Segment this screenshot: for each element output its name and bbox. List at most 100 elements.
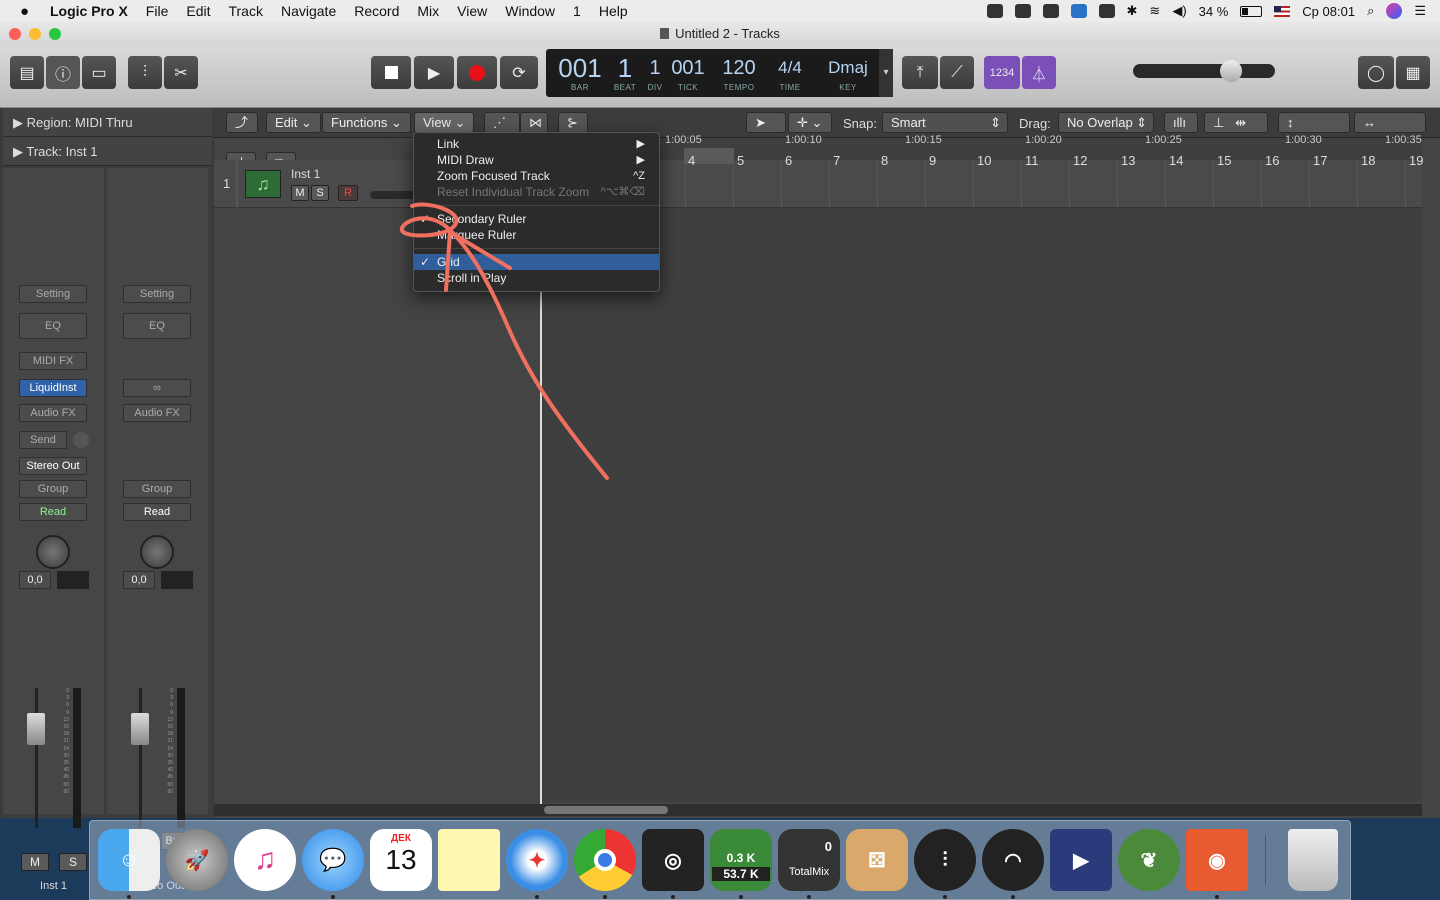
audio-app-icon[interactable]: ◉ bbox=[1186, 829, 1248, 891]
group-slot[interactable]: Group bbox=[19, 480, 87, 498]
fader-cap[interactable] bbox=[131, 713, 149, 745]
backgammon-icon[interactable]: ⚄ bbox=[846, 829, 908, 891]
flex-button[interactable]: ⋈ bbox=[520, 112, 548, 133]
snap-dropdown[interactable]: Smart ⇕ bbox=[882, 112, 1008, 133]
send-knob[interactable] bbox=[73, 432, 89, 448]
menu-item-zoom-focused-track[interactable]: Zoom Focused Track ^Z bbox=[414, 168, 659, 184]
volume-fader[interactable] bbox=[25, 688, 47, 828]
finder-icon[interactable]: ☺ bbox=[98, 829, 160, 891]
toolbar-toggle-button[interactable]: ▭ bbox=[82, 56, 116, 89]
calendar-icon[interactable]: ДЕК 13 bbox=[370, 829, 432, 891]
midi-fx-slot[interactable]: MIDI FX bbox=[19, 352, 87, 370]
automation-mode[interactable]: Read bbox=[123, 503, 191, 521]
uad-control-icon[interactable]: ◠ bbox=[982, 829, 1044, 891]
automation-mode[interactable]: Read bbox=[19, 503, 87, 521]
pan-knob[interactable] bbox=[140, 535, 174, 569]
chrome-icon[interactable] bbox=[574, 829, 636, 891]
setting-button[interactable]: Setting bbox=[19, 285, 87, 303]
secondary-tool-menu[interactable]: ✛ ⌄ bbox=[788, 112, 832, 133]
clock[interactable]: Ср 08:01 bbox=[1302, 4, 1355, 19]
apple-icon[interactable]: ● bbox=[20, 3, 36, 20]
view-menu[interactable]: View ⌄ bbox=[414, 112, 475, 133]
replace-button[interactable]: ⤒ bbox=[902, 56, 938, 89]
movie-app-icon[interactable]: ▶ bbox=[1050, 829, 1112, 891]
master-volume-slider[interactable] bbox=[1133, 60, 1275, 82]
menu-item-grid[interactable]: ✓ Grid bbox=[414, 254, 659, 270]
editors-button[interactable]: ✂ bbox=[164, 56, 198, 89]
battery-percent[interactable]: 34 % bbox=[1199, 4, 1229, 19]
region-inspector-header[interactable]: ▶ Region: MIDI Thru bbox=[3, 108, 212, 137]
menu-mix[interactable]: Mix bbox=[417, 3, 439, 19]
drag-dropdown[interactable]: No Overlap ⇕ bbox=[1058, 112, 1154, 133]
track-inspector-header[interactable]: ▶ Track: Inst 1 bbox=[3, 137, 212, 166]
menu-window[interactable]: Window bbox=[505, 3, 555, 19]
mute-button[interactable]: M bbox=[21, 853, 49, 871]
audio-fx-slot[interactable]: Audio FX bbox=[19, 404, 87, 422]
menu-item-secondary-ruler[interactable]: ✓ Secondary Ruler bbox=[414, 211, 659, 227]
notes-icon[interactable] bbox=[438, 829, 500, 891]
dropbox-icon[interactable] bbox=[1014, 4, 1031, 18]
count-in-button[interactable]: 1234 bbox=[984, 56, 1020, 89]
metronome-button[interactable]: ⏃ bbox=[1022, 56, 1056, 89]
menu-view[interactable]: View bbox=[457, 3, 487, 19]
pan-knob[interactable] bbox=[36, 535, 70, 569]
siri-icon[interactable] bbox=[1386, 3, 1403, 19]
minimize-window-button[interactable] bbox=[29, 28, 41, 40]
stop-button[interactable] bbox=[371, 56, 411, 89]
netmeter-icon[interactable]: 0.3 K 53.7 K bbox=[710, 829, 772, 891]
uad-icon[interactable] bbox=[1070, 4, 1087, 18]
waveform-zoom-button[interactable]: ıllı bbox=[1164, 112, 1198, 133]
lcd-display[interactable]: 001 BAR 1 BEAT 1 DIV 001 TICK 120 TEMPO 4/4 TI… bbox=[546, 49, 893, 97]
library-button[interactable]: ▤ bbox=[10, 56, 44, 89]
output-slot[interactable]: Stereo Out bbox=[19, 457, 87, 475]
pointer-tool-menu[interactable]: ➤ ⌄ bbox=[746, 112, 786, 149]
itunes-icon[interactable]: ♫ bbox=[234, 829, 296, 891]
close-window-button[interactable] bbox=[9, 28, 21, 40]
message-icon[interactable] bbox=[1042, 4, 1059, 18]
menu-navigate[interactable]: Navigate bbox=[281, 3, 336, 19]
stereo-link-button[interactable]: ∞ bbox=[123, 379, 191, 397]
status-icon[interactable] bbox=[986, 4, 1003, 18]
menu-1[interactable]: 1 bbox=[573, 3, 581, 19]
wifi-icon[interactable]: ≋ bbox=[1149, 3, 1160, 19]
volume-icon[interactable]: ◀) bbox=[1172, 3, 1186, 19]
menu-track[interactable]: Track bbox=[228, 3, 262, 19]
volume-value[interactable]: 0,0 bbox=[123, 571, 155, 589]
eq-button[interactable]: EQ bbox=[19, 313, 87, 339]
mixer-button[interactable]: ⫶ bbox=[128, 56, 162, 89]
notes-button[interactable]: ◯ bbox=[1358, 56, 1394, 89]
catch-button[interactable]: ⊱ bbox=[558, 112, 588, 133]
battery-icon[interactable] bbox=[1240, 5, 1263, 17]
zoom-window-button[interactable] bbox=[49, 28, 61, 40]
automation-button[interactable]: ⋰ bbox=[484, 112, 520, 133]
messages-icon[interactable]: 💬 bbox=[302, 829, 364, 891]
horizontal-zoom-slider[interactable]: ↔ bbox=[1354, 112, 1426, 133]
tracks-workspace[interactable] bbox=[540, 138, 1422, 802]
menu-edit[interactable]: Edit bbox=[186, 3, 210, 19]
horizontal-scrollbar-thumb[interactable] bbox=[544, 806, 668, 814]
eq-button[interactable]: EQ bbox=[123, 313, 191, 339]
vertical-zoom-slider[interactable]: ↕ bbox=[1278, 112, 1350, 133]
leaf-app-icon[interactable]: ❦ bbox=[1118, 829, 1180, 891]
menu-item-scroll-in-play[interactable]: Scroll in Play bbox=[414, 270, 659, 286]
record-button[interactable] bbox=[457, 56, 497, 89]
lcd-key[interactable]: Dmaj bbox=[818, 53, 878, 83]
menu-record[interactable]: Record bbox=[354, 3, 399, 19]
bluetooth-icon[interactable]: ✱ bbox=[1127, 3, 1138, 19]
menu-item-link[interactable]: Link ▶ bbox=[414, 136, 659, 152]
edit-menu[interactable]: Edit ⌄ bbox=[266, 112, 321, 133]
horizontal-scrollbar-track[interactable] bbox=[214, 804, 1422, 816]
lcd-menu-chevron-icon[interactable]: ▾ bbox=[879, 49, 893, 97]
instrument-slot[interactable]: LiquidInst bbox=[19, 379, 87, 397]
track-row[interactable]: 1 ♫ Inst 1 M S R bbox=[214, 160, 1422, 208]
volume-value[interactable]: 0,0 bbox=[19, 571, 51, 589]
track-mute-button[interactable]: M bbox=[291, 185, 309, 201]
menu-help[interactable]: Help bbox=[599, 3, 628, 19]
track-solo-button[interactable]: S bbox=[311, 185, 329, 201]
group-slot[interactable]: Group bbox=[123, 480, 191, 498]
track-name[interactable]: Inst 1 bbox=[291, 167, 320, 181]
send-slot[interactable]: Send bbox=[19, 431, 67, 449]
browsers-button[interactable]: ▦ bbox=[1396, 56, 1430, 89]
zoom-fit-buttons[interactable]: ⊥ ⇹ bbox=[1204, 112, 1268, 133]
solo-button[interactable]: S bbox=[59, 853, 87, 871]
